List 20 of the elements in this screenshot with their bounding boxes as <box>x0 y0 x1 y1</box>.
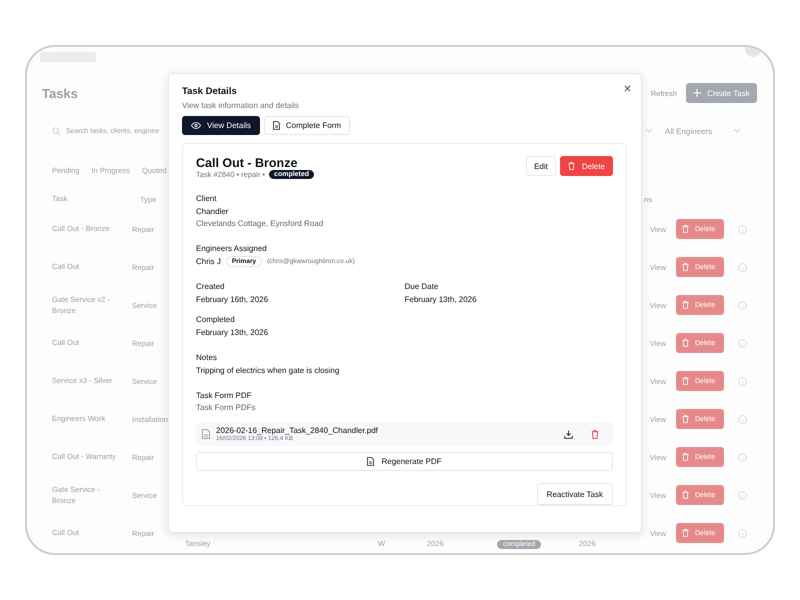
date-value: February 13th, 2026 <box>196 327 270 338</box>
field-label: Client <box>196 193 218 204</box>
field-label: Task Form PDF <box>196 390 253 401</box>
dialog-subtitle: View task information and details <box>182 101 300 110</box>
file-name: 2026-02-16_Repair_Task_2840_Chandler.pdf <box>216 426 379 435</box>
field-label: Notes <box>196 352 218 363</box>
field-label: Created <box>196 281 226 292</box>
client-address: Clevelands Cottage, Eynsford Road <box>196 218 324 229</box>
section-subtitle: Task Form PDFs <box>196 402 257 413</box>
dialog-title: Task Details <box>182 86 238 97</box>
field-label: Completed <box>196 314 236 325</box>
client-name: Chandler <box>196 206 230 217</box>
field-label: Engineers Assigned <box>196 243 268 254</box>
notes-text: Tripping of electrics when gate is closing <box>196 365 340 376</box>
date-value: February 13th, 2026 <box>404 294 478 305</box>
field-label: Due Date <box>404 281 440 292</box>
date-value: February 16th, 2026 <box>196 294 270 305</box>
page-title: Tasks <box>42 86 78 100</box>
task-title: Call Out - Bronze <box>196 156 298 170</box>
engineer-name: Chris J <box>196 257 221 266</box>
